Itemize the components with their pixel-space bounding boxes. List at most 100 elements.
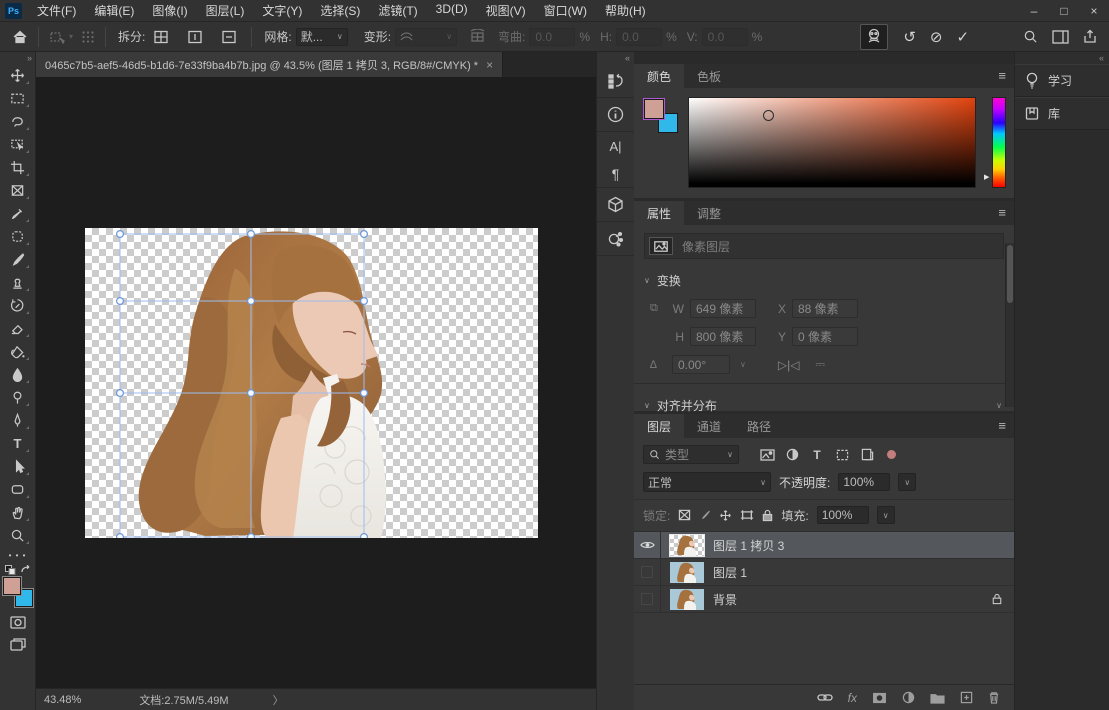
paragraph-panel-button[interactable]: ¶ — [597, 160, 635, 188]
grid-select[interactable]: 默... ∨ — [296, 28, 348, 46]
tab-adjustments[interactable]: 调整 — [684, 201, 734, 225]
x-field[interactable]: 88 像素 — [792, 299, 858, 318]
split-crosswise-button[interactable] — [149, 27, 173, 47]
rail-collapse-icon[interactable]: « — [1015, 52, 1109, 64]
frame-tool[interactable] — [4, 179, 32, 202]
info-panel-button[interactable] — [597, 98, 635, 132]
bend-field[interactable]: 0.0 — [529, 28, 575, 46]
hand-tool[interactable] — [4, 501, 32, 524]
eyedropper-tool[interactable] — [4, 202, 32, 225]
tab-layers[interactable]: 图层 — [634, 414, 684, 438]
dodge-tool[interactable] — [4, 386, 32, 409]
filter-pixel-layers-icon[interactable] — [758, 449, 776, 461]
height-field[interactable]: 800 像素 — [690, 327, 756, 346]
layer-name[interactable]: 图层 1 拷贝 3 — [713, 537, 784, 554]
menu-layer[interactable]: 图层(L) — [197, 2, 254, 19]
y-field[interactable]: 0 像素 — [792, 327, 858, 346]
fill-field[interactable]: 100% — [817, 506, 869, 524]
color-picker-field[interactable] — [688, 97, 976, 188]
width-field[interactable]: 649 像素 — [690, 299, 756, 318]
tab-channels[interactable]: 通道 — [684, 414, 734, 438]
layer-style-icon[interactable]: fx — [848, 691, 857, 705]
character-panel-button[interactable]: A| — [597, 132, 635, 160]
blur-tool[interactable] — [4, 363, 32, 386]
properties-scrollbar[interactable] — [1005, 243, 1014, 407]
filter-adjustment-layers-icon[interactable] — [783, 448, 801, 461]
delete-layer-icon[interactable] — [988, 691, 1000, 704]
warp-orientation-button[interactable] — [465, 27, 490, 46]
visibility-toggle[interactable] — [634, 559, 661, 585]
opacity-dropdown[interactable]: ∨ — [898, 473, 916, 491]
lasso-tool[interactable] — [4, 110, 32, 133]
color-picker-cursor[interactable] — [763, 110, 774, 121]
layer-row-background[interactable]: 背景 — [634, 586, 1014, 613]
status-chevron-icon[interactable]: 〉 — [273, 692, 284, 708]
filter-smart-objects-icon[interactable] — [858, 448, 876, 461]
workspace-switcher-icon[interactable] — [1052, 30, 1069, 44]
canvas[interactable] — [85, 228, 538, 538]
new-adjustment-layer-icon[interactable] — [902, 691, 915, 704]
home-button[interactable] — [8, 27, 32, 47]
close-button[interactable]: × — [1079, 4, 1109, 18]
type-tool[interactable]: T — [4, 432, 32, 455]
reset-button[interactable]: ↺ — [896, 28, 923, 46]
layer-filter-type-select[interactable]: 类型 ∨ — [643, 445, 739, 464]
align-section-header[interactable]: ∨ 对齐并分布 ∨ — [644, 397, 1004, 414]
menu-edit[interactable]: 编辑(E) — [85, 2, 143, 19]
document-tab-close-icon[interactable]: × — [486, 58, 493, 72]
hue-slider-marker[interactable]: ▶ — [984, 173, 989, 181]
panel-menu-icon[interactable]: ≡ — [998, 418, 1006, 433]
crop-tool[interactable] — [4, 156, 32, 179]
menu-help[interactable]: 帮助(H) — [596, 2, 655, 19]
panel-menu-icon[interactable]: ≡ — [998, 68, 1006, 83]
layer-thumbnail[interactable] — [670, 562, 704, 583]
menu-image[interactable]: 图像(I) — [143, 2, 196, 19]
path-selection-tool[interactable] — [4, 455, 32, 478]
menu-select[interactable]: 选择(S) — [311, 2, 369, 19]
dock-collapse-icon[interactable]: « — [597, 52, 634, 64]
split-horizontal-button[interactable] — [217, 27, 241, 47]
v-field[interactable]: 0.0 — [702, 28, 748, 46]
share-icon[interactable] — [1083, 29, 1097, 44]
3d-panel-button[interactable] — [597, 188, 635, 222]
lock-pixels-icon[interactable] — [699, 509, 711, 521]
default-swap-colors[interactable] — [5, 565, 31, 575]
fill-dropdown[interactable]: ∨ — [877, 506, 895, 524]
flip-vertical-icon[interactable]: ⎓ — [815, 357, 825, 372]
filter-type-layers-icon[interactable]: T — [808, 448, 826, 462]
document-tab[interactable]: 0465c7b5-aef5-46d5-b1d6-7e33f9ba4b7b.jpg… — [36, 52, 503, 77]
link-layers-icon[interactable] — [817, 693, 833, 702]
filter-shape-layers-icon[interactable] — [833, 449, 851, 461]
hue-slider[interactable] — [992, 97, 1006, 188]
foreground-color-swatch[interactable] — [644, 99, 664, 119]
tool-preset-button[interactable]: ▾ — [45, 28, 77, 46]
split-vertical-button[interactable] — [183, 27, 207, 47]
layer-filter-toggle[interactable] — [887, 450, 896, 459]
panel-menu-icon[interactable]: ≡ — [998, 205, 1006, 220]
shape-tool[interactable] — [4, 478, 32, 501]
reference-point-toggle[interactable] — [77, 28, 99, 46]
layer-row[interactable]: 图层 1 — [634, 559, 1014, 586]
menu-view[interactable]: 视图(V) — [477, 2, 535, 19]
quick-mask-button[interactable] — [4, 611, 32, 633]
clone-stamp-tool[interactable] — [4, 271, 32, 294]
transform-section-header[interactable]: ∨ 变换 — [644, 272, 1004, 289]
marquee-tool[interactable] — [4, 87, 32, 110]
canvas-pasteboard[interactable] — [36, 77, 596, 688]
new-group-icon[interactable] — [930, 692, 945, 704]
menu-3d[interactable]: 3D(D) — [427, 2, 477, 19]
edit-toolbar-button[interactable]: • • • — [9, 551, 27, 560]
spot-healing-tool[interactable] — [4, 225, 32, 248]
visibility-toggle[interactable] — [634, 586, 661, 612]
lock-all-icon[interactable] — [762, 509, 773, 522]
layer-row-selected[interactable]: 图层 1 拷贝 3 — [634, 532, 1014, 559]
minimize-button[interactable]: – — [1019, 4, 1049, 18]
object-selection-tool[interactable] — [4, 133, 32, 156]
node-graph-panel-button[interactable] — [597, 222, 635, 256]
angle-field[interactable]: 0.00° — [672, 355, 730, 374]
tab-color[interactable]: 颜色 — [634, 64, 684, 88]
h-field[interactable]: 0.0 — [616, 28, 662, 46]
warp-transform-grid[interactable] — [85, 228, 538, 538]
link-dimensions-icon[interactable]: ⧉ — [650, 302, 666, 315]
blend-mode-select[interactable]: 正常 ∨ — [643, 472, 771, 492]
